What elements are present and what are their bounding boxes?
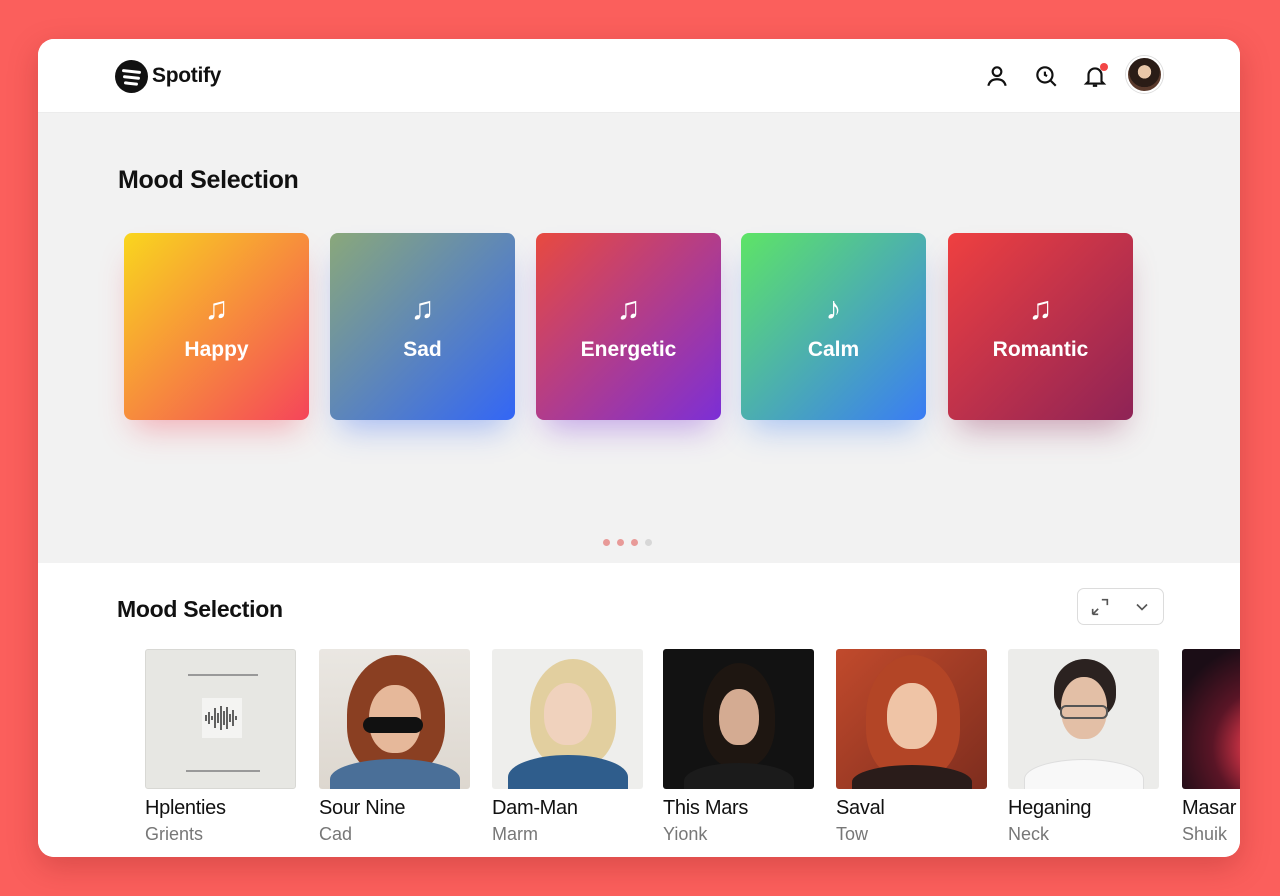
spotify-logo-icon <box>115 59 148 93</box>
mood-card-happy[interactable]: ♫ Happy <box>124 233 309 446</box>
music-note-icon: ♫ <box>410 289 435 326</box>
pager-dot[interactable] <box>617 539 624 546</box>
playlist-card[interactable]: This Mars Yionk <box>663 649 816 845</box>
app-window: Spotify Mood Selection ♫ Happy ♫ Sad ♫ E… <box>38 39 1240 857</box>
playlist-artist: Neck <box>1008 824 1050 844</box>
top-bar: Spotify <box>38 39 1240 113</box>
album-cover <box>1182 649 1240 789</box>
playlist-name: Hplenties <box>145 797 226 819</box>
playlist-artist: Marm <box>492 824 538 844</box>
notification-icon[interactable] <box>1080 61 1110 91</box>
avatar[interactable] <box>1126 56 1163 93</box>
mood-label: Energetic <box>580 337 677 361</box>
playlist-name: Masar <box>1182 797 1237 819</box>
mood-card-calm[interactable]: ♪ Calm <box>741 233 926 446</box>
mood-card-romantic[interactable]: ♫ Romantic <box>948 233 1133 446</box>
playlist-card[interactable]: Heganing Neck <box>1008 649 1161 845</box>
playlist-card[interactable]: Dam-Man Marm <box>492 649 645 845</box>
expand-icon[interactable] <box>1089 596 1111 618</box>
music-note-icon: ♫ <box>1028 289 1053 326</box>
album-cover <box>145 649 296 789</box>
mood-hero: Mood Selection ♫ Happy ♫ Sad ♫ Energetic… <box>38 113 1240 563</box>
playlist-name: Heganing <box>1008 797 1092 819</box>
hero-title: Mood Selection <box>118 166 299 194</box>
view-toggle[interactable] <box>1077 588 1164 625</box>
playlist-name: This Mars <box>663 797 749 819</box>
playlist-name: Saval <box>836 797 885 819</box>
album-cover <box>492 649 643 789</box>
waveform-icon <box>202 698 242 738</box>
album-cover <box>836 649 987 789</box>
playlist-name: Dam-Man <box>492 797 578 819</box>
playlist-card[interactable]: Hplenties Grients <box>145 649 298 845</box>
playlist-card[interactable]: Masar Shuik <box>1182 649 1240 845</box>
mood-label: Romantic <box>992 337 1089 361</box>
pager-dot[interactable] <box>631 539 638 546</box>
mood-label: Sad <box>403 337 442 361</box>
playlist-artist: Shuik <box>1182 824 1228 844</box>
chevron-down-icon[interactable] <box>1132 597 1152 617</box>
pager-dot[interactable] <box>603 539 610 546</box>
playlist-card[interactable]: Saval Tow <box>836 649 989 845</box>
music-note-icon: ♫ <box>616 289 641 326</box>
pager-dot[interactable] <box>645 539 652 546</box>
mood-card-energetic[interactable]: ♫ Energetic <box>536 233 721 446</box>
mood-label: Happy <box>184 337 249 361</box>
section-title: Mood Selection <box>117 596 283 622</box>
carousel-pager <box>603 539 652 546</box>
mood-label: Calm <box>807 337 860 361</box>
album-cover <box>663 649 814 789</box>
music-note-icon: ♫ <box>204 289 229 326</box>
playlist-name: Sour Nine <box>319 797 406 819</box>
album-cover <box>319 649 470 789</box>
playlist-section: Mood Selection Hplenties Grients Sour Ni… <box>38 563 1240 857</box>
search-icon[interactable] <box>1031 61 1061 91</box>
playlist-artist: Grients <box>145 824 204 844</box>
album-cover <box>1008 649 1159 789</box>
notification-badge <box>1100 63 1108 71</box>
logo-text: Spotify <box>152 64 222 87</box>
playlist-card[interactable]: Sour Nine Cad <box>319 649 472 845</box>
spotify-logo[interactable]: Spotify <box>115 59 221 93</box>
playlist-artist: Yionk <box>663 824 708 844</box>
music-note-icon: ♪ <box>825 289 842 326</box>
playlist-artist: Tow <box>836 824 869 844</box>
playlist-artist: Cad <box>319 824 353 844</box>
mood-card-sad[interactable]: ♫ Sad <box>330 233 515 446</box>
user-icon[interactable] <box>982 61 1012 91</box>
